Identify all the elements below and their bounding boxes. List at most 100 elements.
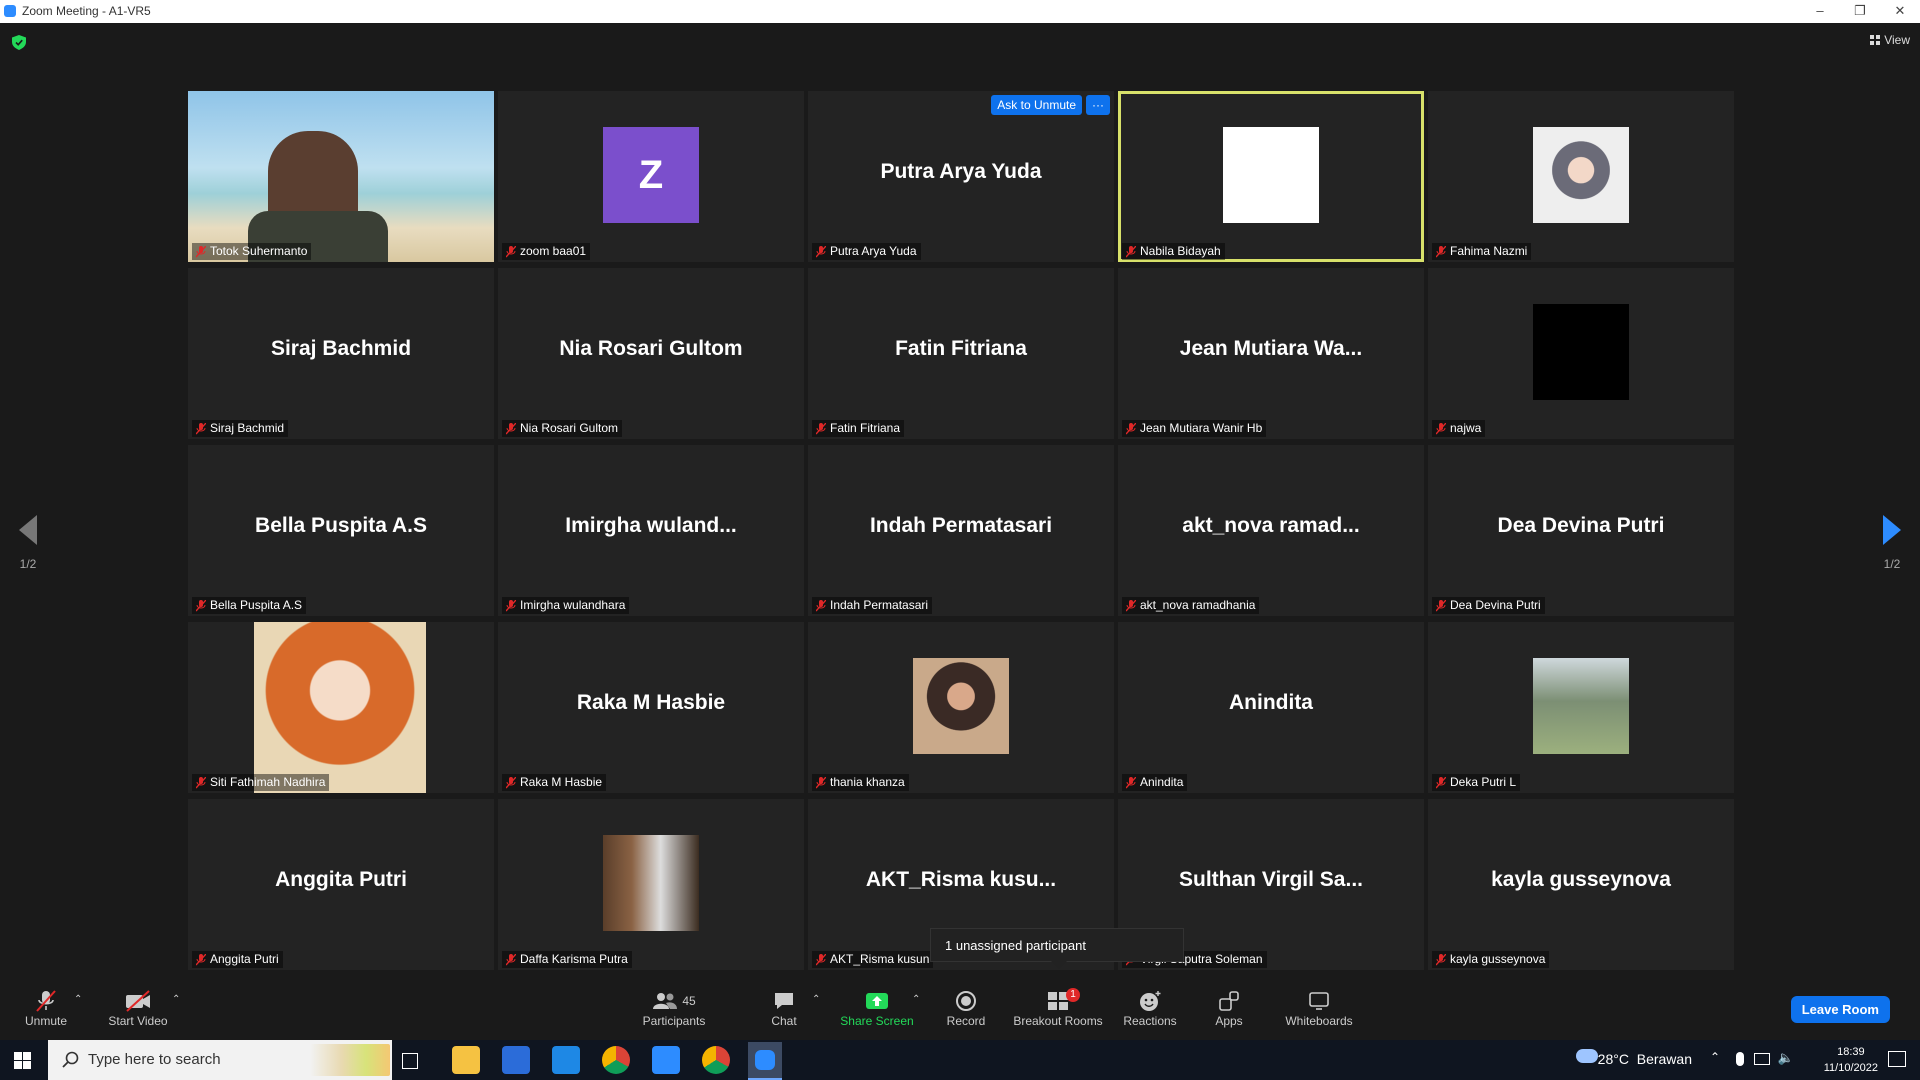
mic-muted-icon: [196, 953, 206, 966]
volume-icon[interactable]: 🔈: [1778, 1050, 1794, 1066]
breakout-tooltip: 1 unassigned participant: [930, 928, 1184, 969]
teamviewer-icon[interactable]: [652, 1046, 680, 1074]
apps-button[interactable]: Apps: [1212, 988, 1246, 1028]
participant-name: najwa: [1450, 421, 1482, 435]
chrome-icon[interactable]: [602, 1046, 630, 1074]
clock-date: 11/10/2022: [1823, 1062, 1878, 1074]
participant-tile[interactable]: Deka Putri L: [1428, 622, 1734, 793]
participant-tile[interactable]: Nabila Bidayah: [1118, 91, 1424, 262]
reactions-icon: [1140, 991, 1161, 1011]
participant-tile[interactable]: Siraj Bachmid Siraj Bachmid: [188, 268, 494, 439]
encryption-shield-icon[interactable]: [12, 35, 26, 50]
mic-muted-icon: [816, 953, 826, 966]
participant-display-name: Anggita Putri: [275, 867, 407, 891]
zoom-taskbar-icon[interactable]: [748, 1042, 782, 1080]
whiteboards-label: Whiteboards: [1285, 1014, 1353, 1028]
participant-tile[interactable]: Fatin Fitriana Fatin Fitriana: [808, 268, 1114, 439]
participant-tile[interactable]: Zzoom baa01: [498, 91, 804, 262]
file-explorer-icon[interactable]: [452, 1046, 480, 1074]
leave-room-button[interactable]: Leave Room: [1790, 996, 1890, 1023]
participant-name-label: Anindita: [1122, 774, 1188, 791]
taskbar-clock[interactable]: 18:39 11/10/2022: [1824, 1044, 1878, 1076]
participant-tile[interactable]: Totok Suhermanto: [188, 91, 494, 262]
participant-tile[interactable]: Siti Fathimah Nadhira: [188, 622, 494, 793]
participant-name: Jean Mutiara Wanir Hb: [1140, 421, 1263, 435]
previous-page-button[interactable]: 1/2: [8, 515, 48, 571]
ask-to-unmute-button[interactable]: Ask to Unmute: [991, 95, 1082, 115]
chrome-profile-icon[interactable]: [702, 1046, 730, 1074]
participant-name-label: AKT_Risma kusun: [812, 951, 934, 968]
participant-avatar: [913, 658, 1009, 754]
participant-name-label: thania khanza: [812, 774, 909, 791]
participant-name-label: akt_nova ramadhania: [1122, 597, 1260, 614]
participant-tile[interactable]: Dea Devina Putri Dea Devina Putri: [1428, 445, 1734, 616]
participant-tile[interactable]: Raka M Hasbie Raka M Hasbie: [498, 622, 804, 793]
participant-display-name: Fatin Fitriana: [895, 336, 1027, 360]
restore-button[interactable]: ❐: [1840, 0, 1880, 23]
notifications-icon[interactable]: [1888, 1051, 1906, 1067]
mic-muted-icon: [196, 245, 206, 258]
chat-options-caret[interactable]: ⌃: [812, 994, 820, 1005]
next-page-button[interactable]: 1/2: [1872, 515, 1912, 571]
participant-tile[interactable]: Daffa Karisma Putra: [498, 799, 804, 970]
participant-name-label: Anggita Putri: [192, 951, 283, 968]
participant-name-label: Jean Mutiara Wanir Hb: [1122, 420, 1267, 437]
participant-tile[interactable]: Fahima Nazmi: [1428, 91, 1734, 262]
reactions-label: Reactions: [1123, 1014, 1177, 1028]
search-placeholder: Type here to search: [88, 1051, 221, 1068]
chat-button[interactable]: Chat: [766, 988, 802, 1028]
participants-button[interactable]: 45 Participants: [638, 988, 710, 1028]
window-titlebar: Zoom Meeting - A1-VR5 – ❐ ✕: [0, 0, 1920, 23]
participant-tile[interactable]: Jean Mutiara Wa... Jean Mutiara Wanir Hb: [1118, 268, 1424, 439]
participant-tile[interactable]: Imirgha wuland... Imirgha wulandhara: [498, 445, 804, 616]
mic-muted-icon: [1436, 245, 1446, 258]
microsoft-store-icon[interactable]: [502, 1046, 530, 1074]
unmute-button[interactable]: Unmute: [18, 988, 74, 1028]
participant-tile[interactable]: Bella Puspita A.S Bella Puspita A.S: [188, 445, 494, 616]
chat-icon: [775, 993, 793, 1009]
tray-chevron-icon[interactable]: ⌃: [1710, 1050, 1720, 1064]
task-view-icon[interactable]: [402, 1053, 418, 1069]
clock-time: 18:39: [1837, 1046, 1865, 1058]
start-video-button[interactable]: Start Video: [104, 988, 172, 1028]
participant-tile[interactable]: Anindita Anindita: [1118, 622, 1424, 793]
participant-display-name: Dea Devina Putri: [1497, 513, 1665, 537]
participant-name: Dea Devina Putri: [1450, 598, 1541, 612]
participant-name: Fahima Nazmi: [1450, 244, 1528, 258]
record-button[interactable]: Record: [944, 988, 988, 1028]
weather-text[interactable]: 28°C Berawan: [1598, 1051, 1692, 1067]
view-button[interactable]: View: [1870, 33, 1910, 47]
windows-taskbar: Type here to search 28°C Berawan ⌃ 🔈 18:…: [0, 1040, 1920, 1080]
participant-tile[interactable]: Putra Arya Yuda Ask to Unmute ··· Putra Ary…: [808, 91, 1114, 262]
participant-tile[interactable]: Nia Rosari Gultom Nia Rosari Gultom: [498, 268, 804, 439]
share-options-caret[interactable]: ⌃: [912, 994, 920, 1005]
participant-tile[interactable]: kayla gusseynova kayla gusseynova: [1428, 799, 1734, 970]
network-icon[interactable]: [1754, 1053, 1770, 1065]
video-options-caret[interactable]: ⌃: [172, 994, 180, 1005]
participant-tile[interactable]: najwa: [1428, 268, 1734, 439]
microphone-tray-icon[interactable]: [1736, 1052, 1744, 1066]
close-button[interactable]: ✕: [1880, 0, 1920, 23]
breakout-rooms-button[interactable]: 1 Breakout Rooms: [1012, 988, 1104, 1028]
mic-muted-icon: [1126, 245, 1136, 258]
participant-tile[interactable]: Anggita Putri Anggita Putri: [188, 799, 494, 970]
windows-start-icon[interactable]: [14, 1052, 31, 1069]
share-screen-icon: [866, 993, 888, 1009]
mic-muted-icon: [1436, 776, 1446, 789]
breakout-badge: 1: [1066, 988, 1080, 1002]
participant-tile[interactable]: Indah Permatasari Indah Permatasari: [808, 445, 1114, 616]
reactions-button[interactable]: Reactions: [1122, 988, 1178, 1028]
minimize-button[interactable]: –: [1800, 0, 1840, 23]
whiteboards-button[interactable]: Whiteboards: [1284, 988, 1354, 1028]
participant-name: Indah Permatasari: [830, 598, 929, 612]
more-options-button[interactable]: ···: [1086, 95, 1110, 115]
participant-tile[interactable]: akt_nova ramad... akt_nova ramadhania: [1118, 445, 1424, 616]
zoom-logo-icon: [4, 5, 16, 17]
participant-tile[interactable]: thania khanza: [808, 622, 1114, 793]
mail-icon[interactable]: [552, 1046, 580, 1074]
share-screen-button[interactable]: Share Screen: [840, 988, 914, 1028]
taskbar-search[interactable]: Type here to search: [48, 1040, 392, 1080]
participant-name-label: Siti Fathimah Nadhira: [192, 774, 330, 791]
arrow-right-icon: [1883, 515, 1901, 545]
audio-options-caret[interactable]: ⌃: [74, 994, 82, 1005]
